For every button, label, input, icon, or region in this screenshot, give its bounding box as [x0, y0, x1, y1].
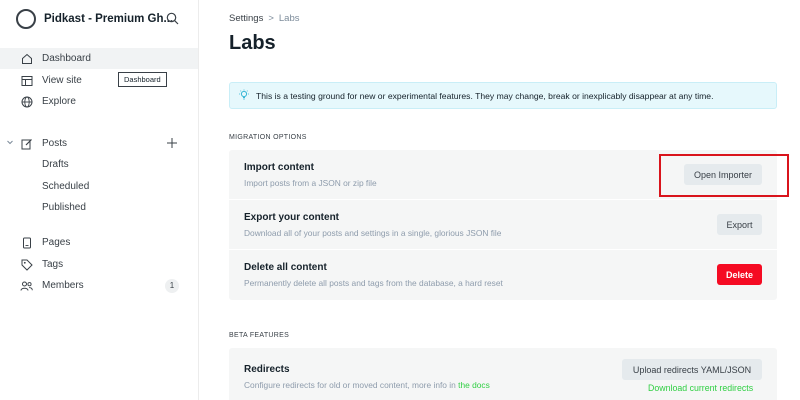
row-description: Permanently delete all posts and tags fr… — [244, 278, 503, 288]
edit-icon — [20, 137, 33, 150]
tag-icon — [20, 258, 33, 271]
nav-drafts[interactable]: Drafts — [0, 154, 198, 175]
delete-button[interactable]: Delete — [717, 264, 762, 285]
nav-label: Explore — [42, 96, 76, 107]
nav-label: Scheduled — [42, 181, 90, 192]
download-redirects-link[interactable]: Download current redirects — [648, 383, 753, 393]
nav-label: Members — [42, 280, 84, 291]
sidebar: Pidkast - Premium Gh... Dashboard View s… — [0, 0, 199, 400]
row-title: Delete all content — [244, 262, 327, 273]
nav-view-site[interactable]: View site — [0, 70, 198, 91]
section-label-migration: MIGRATION OPTIONS — [229, 134, 307, 141]
docs-link[interactable]: the docs — [458, 380, 490, 390]
highlight-annotation — [659, 154, 789, 197]
delete-content-row: Delete all content Permanently delete al… — [229, 250, 777, 300]
nav-label: Tags — [42, 259, 64, 270]
nav-published[interactable]: Published — [0, 197, 198, 218]
nav-label: Published — [42, 202, 86, 213]
chevron-down-icon[interactable] — [6, 138, 14, 149]
dashboard-tooltip: Dashboard — [118, 72, 167, 87]
section-label-beta: BETA FEATURES — [229, 332, 290, 339]
redirects-row: Redirects Configure redirects for old or… — [229, 348, 777, 398]
site-brand[interactable]: Pidkast - Premium Gh... — [16, 8, 186, 30]
nav-members[interactable]: Members 1 — [0, 275, 198, 296]
site-logo-icon — [16, 9, 36, 29]
nav-pages[interactable]: Pages — [0, 232, 198, 253]
site-name: Pidkast - Premium Gh... — [44, 13, 174, 25]
export-content-row: Export your content Download all of your… — [229, 200, 777, 250]
notice-text: This is a testing ground for new or expe… — [256, 90, 714, 101]
beta-panel: Redirects Configure redirects for old or… — [229, 348, 777, 400]
redirects-description-text: Configure redirects for old or moved con… — [244, 380, 456, 390]
globe-icon — [20, 95, 33, 108]
plus-icon[interactable] — [166, 137, 178, 152]
breadcrumb: Settings > Labs — [229, 13, 300, 24]
search-icon[interactable] — [164, 10, 180, 26]
row-title: Export your content — [244, 212, 340, 223]
nav-tags[interactable]: Tags — [0, 254, 198, 275]
nav-label: Drafts — [42, 159, 69, 170]
window-icon — [20, 74, 33, 87]
pages-icon — [20, 236, 33, 249]
nav-posts[interactable]: Posts — [0, 133, 198, 154]
members-icon — [20, 279, 33, 292]
nav-explore[interactable]: Explore — [0, 91, 198, 112]
row-title: Redirects — [244, 364, 290, 375]
nav-scheduled[interactable]: Scheduled — [0, 176, 198, 197]
home-icon — [20, 52, 33, 65]
export-button[interactable]: Export — [717, 214, 762, 235]
experimental-notice: This is a testing ground for new or expe… — [229, 82, 777, 109]
nav-label: Posts — [42, 138, 68, 149]
page-title: Labs — [229, 32, 276, 54]
nav-label: Dashboard — [42, 53, 91, 64]
breadcrumb-current: Labs — [278, 13, 300, 24]
row-description: Download all of your posts and settings … — [244, 228, 502, 238]
breadcrumb-separator: > — [268, 13, 274, 24]
row-description: Import posts from a JSON or zip file — [244, 178, 377, 188]
nav-label: Pages — [42, 237, 71, 248]
nav-label: View site — [42, 75, 82, 86]
lightbulb-icon — [238, 89, 250, 103]
row-title: Import content — [244, 162, 314, 173]
members-count-badge: 1 — [165, 278, 179, 293]
nav-dashboard[interactable]: Dashboard — [0, 48, 198, 69]
breadcrumb-settings-link[interactable]: Settings — [229, 13, 263, 24]
row-description: Configure redirects for old or moved con… — [244, 380, 490, 390]
upload-redirects-button[interactable]: Upload redirects YAML/JSON — [622, 359, 762, 380]
